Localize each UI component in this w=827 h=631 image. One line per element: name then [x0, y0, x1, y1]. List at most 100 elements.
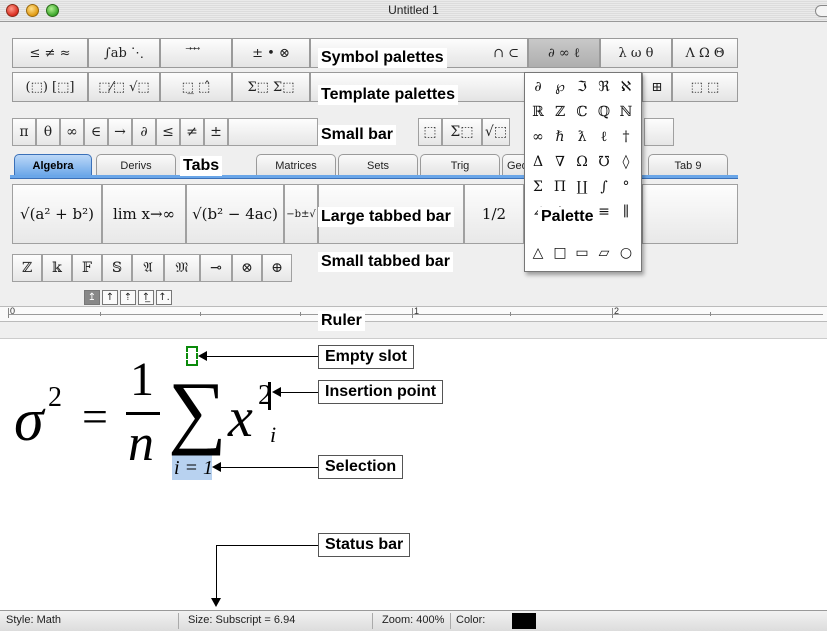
symbol-palette-greek-lower[interactable]: λ ω θ	[600, 38, 672, 68]
tab-matrices[interactable]: Matrices	[256, 154, 336, 176]
palette-symbol[interactable]: ≡	[595, 204, 613, 220]
small-bar-arrow[interactable]: →	[108, 118, 132, 146]
arrow-status-bar-horizontal	[216, 545, 318, 546]
palette-symbol[interactable]: ○	[617, 245, 635, 261]
small-bar-partial[interactable]: ∂	[132, 118, 156, 146]
palette-symbol[interactable]: ℜ	[595, 79, 613, 95]
small-bar-element-of[interactable]: ∈	[84, 118, 108, 146]
palette-symbol[interactable]: △	[529, 245, 547, 261]
small-tabbed-bar-fraktur-m[interactable]: 𝔐	[164, 254, 200, 282]
status-size[interactable]: Size: Subscript = 6.94	[188, 614, 295, 626]
status-color-label: Color:	[456, 614, 486, 626]
palette-symbol[interactable]: □	[551, 245, 569, 261]
small-bar-sum[interactable]: Σ⬚	[442, 118, 482, 146]
symbol-palette-embellishments[interactable]: ⃗ ⃗ ⃗	[160, 38, 232, 68]
small-bar-fraction[interactable]: ⬚	[418, 118, 442, 146]
status-style[interactable]: Style: Math	[6, 614, 61, 626]
palette-symbol[interactable]: Ω	[573, 154, 591, 170]
small-bar-pi[interactable]: π	[12, 118, 36, 146]
empty-slot[interactable]	[186, 346, 198, 366]
palette-symbol[interactable]: ∂	[529, 79, 547, 95]
tab-algebra[interactable]: Algebra	[14, 154, 92, 176]
palette-symbol[interactable]: °	[617, 179, 635, 195]
template-palette-matrices[interactable]: ⊞	[642, 72, 672, 102]
equation-sigma-exponent: 2	[48, 382, 62, 413]
palette-symbol[interactable]: ℏ	[551, 129, 569, 146]
tab-9[interactable]: Tab 9	[648, 154, 728, 176]
palette-symbol[interactable]: ℤ	[551, 104, 569, 120]
equation-x-subscript: i	[270, 422, 277, 447]
status-divider	[372, 613, 373, 629]
small-tabbed-bar-k[interactable]: 𝕜	[42, 254, 72, 282]
large-bar-half[interactable]: 1/2	[464, 184, 524, 244]
palette-symbol[interactable]: ℕ	[617, 104, 635, 120]
toolbar-toggle-button[interactable]	[815, 5, 827, 17]
palette-symbol[interactable]: ▱	[595, 245, 613, 261]
align-center-icon[interactable]: ↑	[102, 290, 118, 305]
tab-derivs[interactable]: Derivs	[96, 154, 176, 176]
status-color-swatch[interactable]	[512, 613, 536, 629]
palette-symbol[interactable]: Δ	[529, 154, 547, 170]
align-underline-icon[interactable]: ↑̲	[138, 290, 154, 305]
template-palette-fractions[interactable]: ⬚⁄⬚ √⬚	[88, 72, 160, 102]
palette-symbol[interactable]: ∞	[529, 129, 547, 146]
small-bar-leq[interactable]: ≤	[156, 118, 180, 146]
large-bar-discriminant[interactable]: √(b² − 4ac)	[186, 184, 284, 244]
label-palette: Palette	[538, 207, 597, 227]
arrowhead-left-icon	[272, 387, 281, 397]
palette-symbol[interactable]: ∐	[573, 179, 591, 195]
palette-symbol[interactable]: Π	[551, 179, 569, 195]
small-tabbed-bar-oplus[interactable]: ⊕	[262, 254, 292, 282]
small-bar-theta[interactable]: θ	[36, 118, 60, 146]
small-tabbed-bar-fraktur-a[interactable]: 𝔄	[132, 254, 164, 282]
palette-symbol[interactable]: ∫	[595, 179, 613, 195]
palette-symbol[interactable]: ℓ	[595, 129, 613, 146]
label-empty-slot: Empty slot	[318, 345, 414, 369]
palette-symbol[interactable]: ▭	[573, 245, 591, 261]
symbol-palette-greek-upper[interactable]: Λ Ω Θ	[672, 38, 738, 68]
large-bar-empty[interactable]	[642, 184, 738, 244]
align-dot-icon[interactable]: ↑.	[156, 290, 172, 305]
symbol-palette-misc[interactable]: ∂ ∞ ℓ	[528, 38, 600, 68]
document-area[interactable]	[0, 338, 827, 610]
palette-symbol[interactable]: ℚ	[595, 104, 613, 120]
align-baseline-icon[interactable]: ⇡	[120, 290, 136, 305]
palette-row: ∂ ℘ ℑ ℜ ℵ	[529, 79, 641, 95]
small-bar-neq[interactable]: ≠	[180, 118, 204, 146]
large-bar-quadratic[interactable]: −b±√	[284, 184, 318, 244]
large-bar-limit[interactable]: lim x→∞	[102, 184, 186, 244]
template-palette-overbars[interactable]: ⬚̲ ⬚̂	[160, 72, 232, 102]
status-zoom[interactable]: Zoom: 400%	[382, 614, 444, 626]
palette-symbol[interactable]: ∥	[617, 204, 635, 220]
palette-symbol[interactable]: ℘	[551, 79, 569, 95]
palette-symbol[interactable]: ℵ	[617, 79, 635, 95]
palette-symbol[interactable]: ƛ	[573, 129, 591, 146]
palette-symbol[interactable]: ℧	[595, 154, 613, 170]
template-palette-sums[interactable]: Σ⬚ Σ⬚	[232, 72, 310, 102]
symbol-palette-operators[interactable]: ± • ⊗	[232, 38, 310, 68]
small-bar-plus-minus[interactable]: ±	[204, 118, 228, 146]
align-top-icon[interactable]: ↥	[84, 290, 100, 305]
palette-symbol[interactable]: Σ	[529, 179, 547, 195]
small-bar-infinity[interactable]: ∞	[60, 118, 84, 146]
small-tabbed-bar-field[interactable]: 𝔽	[72, 254, 102, 282]
symbol-palette-spaces[interactable]: ∫ab ⋱	[88, 38, 160, 68]
tab-trig[interactable]: Trig	[420, 154, 500, 176]
palette-symbol[interactable]: ℂ	[573, 104, 591, 120]
template-palette-fences[interactable]: (⬚) [⬚]	[12, 72, 88, 102]
small-tabbed-bar-integers[interactable]: ℤ	[12, 254, 42, 282]
palette-symbol[interactable]: ◊	[617, 154, 635, 170]
palette-symbol[interactable]: ℑ	[573, 79, 591, 95]
palette-symbol[interactable]: †	[617, 129, 635, 146]
tab-sets[interactable]: Sets	[338, 154, 418, 176]
small-tabbed-bar-multimap[interactable]: ⊸	[200, 254, 232, 282]
small-bar-empty[interactable]	[644, 118, 674, 146]
small-tabbed-bar-otimes[interactable]: ⊗	[232, 254, 262, 282]
symbol-palette-relations[interactable]: ≤ ≠ ≈	[12, 38, 88, 68]
template-palette-boxes[interactable]: ⬚ ⬚	[672, 72, 738, 102]
small-bar-sqrt[interactable]: √⬚	[482, 118, 510, 146]
small-tabbed-bar-s[interactable]: 𝕊	[102, 254, 132, 282]
palette-symbol[interactable]: ∇	[551, 154, 569, 170]
palette-symbol[interactable]: ℝ	[529, 104, 547, 120]
large-bar-pythagorean[interactable]: √(a² + b²)	[12, 184, 102, 244]
